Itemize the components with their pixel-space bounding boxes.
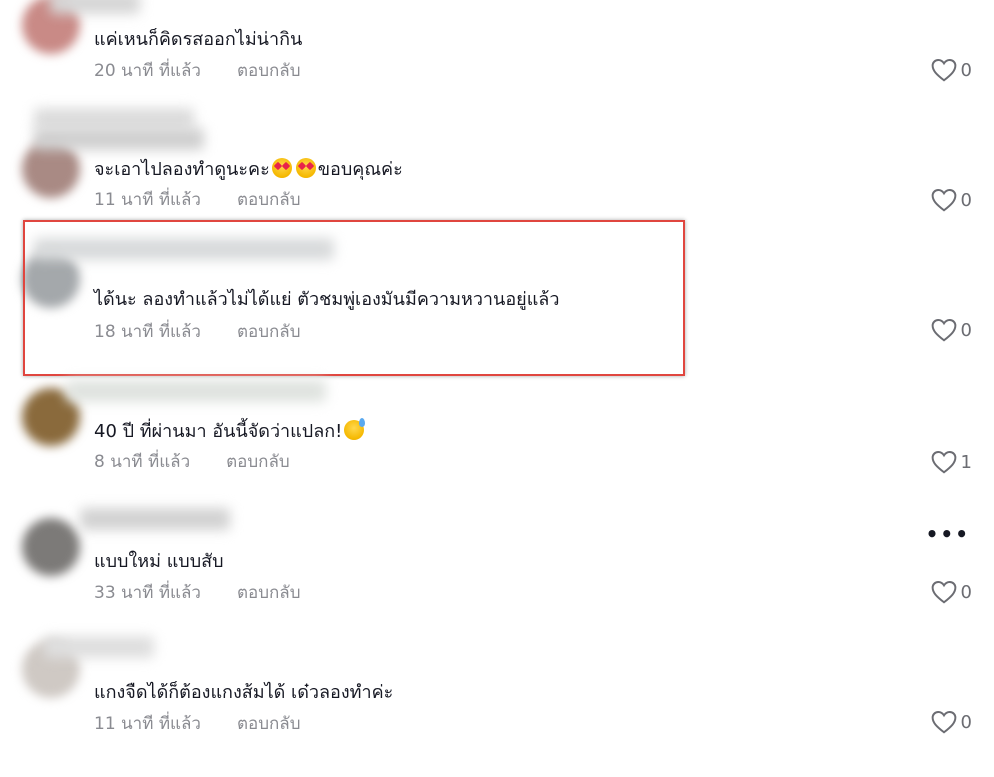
like-count: 0 (960, 319, 972, 341)
heart-icon (931, 451, 956, 474)
comment-meta: 11 นาที ที่แล้ว ตอบกลับ (94, 713, 301, 735)
comment-text-part: ขอบคุณค่ะ (317, 159, 403, 180)
username-blurred[interactable] (80, 508, 230, 530)
comment-item: ••• แบบใหม่ แบบสับ 33 นาที ที่แล้ว ตอบกลั… (0, 500, 994, 604)
comment-meta: 8 นาที ที่แล้ว ตอบกลับ (94, 451, 290, 473)
comment-meta: 18 นาที ที่แล้ว ตอบกลับ (94, 321, 301, 343)
comment-time: 8 นาที ที่แล้ว (94, 452, 191, 472)
comment-item: ได้นะ ลองทำแล้วไม่ได้แย่ ตัวชมพู่เองมันม… (0, 230, 994, 342)
like-count: 0 (960, 581, 972, 603)
more-options-button[interactable]: ••• (926, 522, 970, 546)
username-blurred[interactable] (44, 636, 154, 658)
heart-eyes-emoji-icon (295, 158, 316, 178)
comment-item: แกงจืดได้ก็ต้องแกงส้มได้ เด๋วลองทำค่ะ 11… (0, 630, 994, 734)
reply-button[interactable]: ตอบกลับ (237, 714, 301, 734)
heart-icon (931, 711, 956, 734)
comment-meta: 11 นาที ที่แล้ว ตอบกลับ (94, 189, 301, 211)
username-blurred[interactable] (66, 380, 326, 402)
comment-text: แบบใหม่ แบบสับ (94, 551, 224, 572)
comment-text-part: 40 ปี ที่ผ่านมา อันนี้จัดว่าแปลก! (94, 421, 343, 442)
comment-time: 11 นาที ที่แล้ว (94, 190, 201, 210)
heart-eyes-emoji-icon (271, 158, 292, 178)
comment-time: 20 นาที ที่แล้ว (94, 61, 201, 81)
heart-icon (931, 319, 956, 342)
username-blurred[interactable] (34, 128, 204, 150)
like-button[interactable]: 0 (931, 188, 972, 212)
heart-icon (931, 581, 956, 604)
like-button[interactable]: 1 (931, 450, 972, 474)
username-blurred[interactable] (34, 238, 334, 260)
like-button[interactable]: 0 (931, 318, 972, 342)
heart-icon (931, 59, 956, 82)
comment-text: จะเอาไปลองทำดูนะคะ ขอบคุณค่ะ (94, 158, 403, 181)
comment-meta: 33 นาที ที่แล้ว ตอบกลับ (94, 582, 301, 604)
like-button[interactable]: 0 (931, 710, 972, 734)
comment-text-part: จะเอาไปลองทำดูนะคะ (94, 159, 270, 180)
like-button[interactable]: 0 (931, 580, 972, 604)
reply-button[interactable]: ตอบกลับ (237, 190, 301, 210)
heart-icon (931, 189, 956, 212)
reply-button[interactable]: ตอบกลับ (237, 583, 301, 603)
comment-text: แกงจืดได้ก็ต้องแกงส้มได้ เด๋วลองทำค่ะ (94, 682, 394, 703)
comment-item: จะเอาไปลองทำดูนะคะ ขอบคุณค่ะ 11 นาที ที่แ… (0, 100, 994, 212)
username-blurred[interactable] (50, 0, 140, 14)
comment-text: 40 ปี ที่ผ่านมา อันนี้จัดว่าแปลก! (94, 418, 366, 443)
comment-time: 11 นาที ที่แล้ว (94, 714, 201, 734)
reply-button[interactable]: ตอบกลับ (237, 322, 301, 342)
avatar[interactable] (22, 518, 80, 576)
reply-button[interactable]: ตอบกลับ (226, 452, 290, 472)
comment-meta: 20 นาที ที่แล้ว ตอบกลับ (94, 60, 301, 82)
like-count: 0 (960, 711, 972, 733)
like-button[interactable]: 0 (931, 58, 972, 82)
reply-button[interactable]: ตอบกลับ (237, 61, 301, 81)
like-count: 1 (960, 451, 972, 473)
like-count: 0 (960, 59, 972, 81)
sweat-smile-emoji-icon (344, 418, 366, 440)
like-count: 0 (960, 189, 972, 211)
comment-item: แค่เหนก็คิดรสออกไม่น่ากิน 20 นาที ที่แล้… (0, 0, 994, 100)
comment-time: 33 นาที ที่แล้ว (94, 583, 201, 603)
comment-item: 40 ปี ที่ผ่านมา อันนี้จัดว่าแปลก! 8 นาที… (0, 370, 994, 474)
username-blurred[interactable] (34, 108, 194, 130)
comment-text: ได้นะ ลองทำแล้วไม่ได้แย่ ตัวชมพู่เองมันม… (94, 289, 560, 310)
comment-text: แค่เหนก็คิดรสออกไม่น่ากิน (94, 29, 303, 50)
comment-time: 18 นาที ที่แล้ว (94, 322, 201, 342)
